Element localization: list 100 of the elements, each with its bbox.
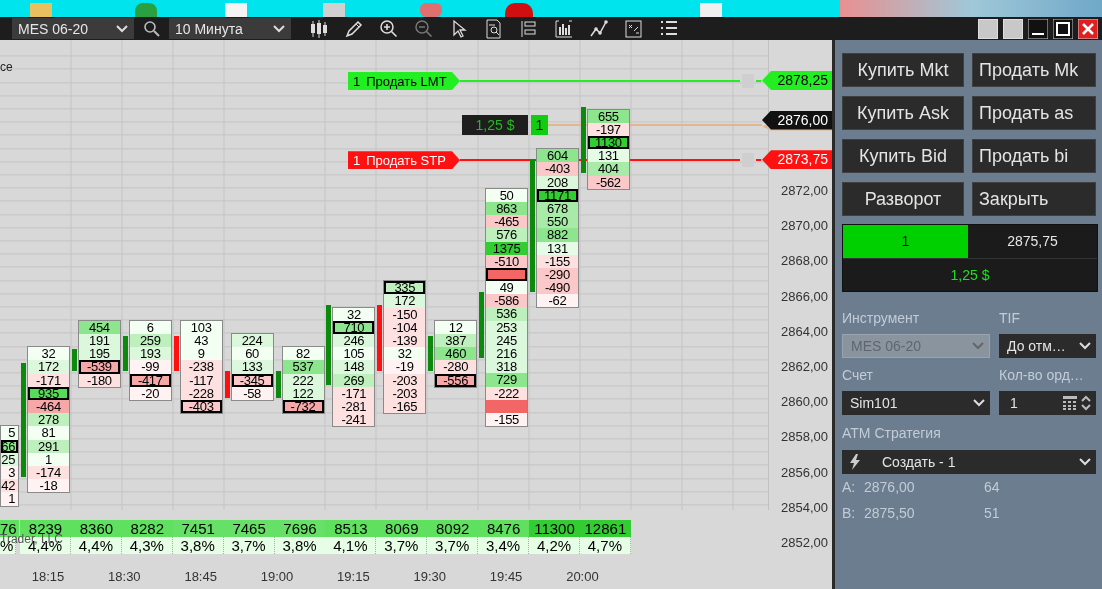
lightning-icon (850, 454, 860, 470)
instrument-dropdown[interactable]: MES 06-20 (12, 18, 134, 39)
order-label[interactable]: 1 Продать STP (348, 151, 460, 170)
order-button[interactable]: Купить Bid (842, 139, 964, 173)
percent-cell: 3,8% (172, 537, 224, 554)
columns-icon[interactable] (519, 18, 539, 39)
order-button[interactable]: Продать Mk (972, 53, 1096, 87)
footprint-cell: 32 (28, 347, 69, 361)
volume-cell: 11300 (529, 520, 580, 537)
tif-dropdown[interactable]: До отм… (999, 334, 1096, 358)
time-label: 19:15 (336, 569, 371, 584)
price-label: 2854,00 (781, 499, 828, 516)
percent-cell: 4,3% (121, 537, 173, 554)
volume-cell: 8360 (70, 520, 122, 537)
strategy-icon[interactable] (624, 18, 644, 39)
footprint-cell: 193 (129, 347, 171, 361)
footprint-cell: 195 (78, 347, 120, 361)
footprint-cell: -586 (486, 294, 528, 308)
order-name: Продать STP (366, 152, 446, 168)
price-label: 2872,00 (781, 183, 828, 199)
footprint-cell: -241 (333, 413, 375, 427)
chart-label: ce (0, 60, 13, 74)
footprint-cell: 729 (486, 373, 528, 387)
maximize-icon[interactable] (1053, 18, 1073, 39)
position-price: 2875,75 (1006, 232, 1059, 251)
zoom-in-icon[interactable] (379, 18, 399, 39)
close-icon[interactable] (1078, 18, 1098, 39)
quantity-field[interactable]: 1 (999, 391, 1096, 415)
candlestick-icon[interactable] (309, 18, 329, 39)
order-quantity: 1 (353, 73, 361, 89)
position-quantity: 1 (843, 225, 968, 258)
atm-strategy-dropdown[interactable]: Создать - 1 (842, 450, 1096, 474)
footprint-cell: 172 (384, 294, 426, 308)
volume-cell: 7696 (274, 520, 326, 537)
footprint-cell: 6 (129, 320, 171, 334)
footprint-cell: 882 (537, 228, 578, 242)
order-button[interactable]: Продать as (972, 96, 1096, 130)
dropdown-value: Создать - 1 (881, 454, 957, 470)
order-button[interactable]: Купить Mkt (842, 53, 964, 87)
volume-cell: 7465 (223, 520, 275, 537)
percent-cell: 3,4% (478, 537, 530, 554)
volume-cell: 8476 (478, 520, 530, 537)
dropdown-value: Sim101 (850, 395, 899, 411)
footprint-cell: 278 (28, 413, 69, 427)
minimize-icon[interactable] (1028, 18, 1048, 39)
order-label[interactable]: 1 Продать LMT (348, 72, 460, 90)
footprint-cell: -280 (435, 360, 477, 374)
price-label: 2866,00 (781, 288, 828, 305)
price-label: 2856,00 (781, 464, 828, 481)
footprint-cell: 1 (1, 492, 19, 506)
volume-cell: 7451 (172, 520, 224, 537)
spinner-arrows-icon[interactable] (1081, 394, 1091, 412)
footprint-cell: 32 (333, 307, 375, 321)
order-button[interactable]: Купить Ask (842, 96, 964, 130)
order-button[interactable]: Закрыть (972, 182, 1096, 216)
dropdown-value: 10 Минута (175, 20, 243, 37)
price-label: 2862,00 (781, 359, 828, 375)
price-label: 2868,00 (781, 253, 828, 270)
percent-cell: 4,4% (70, 537, 122, 554)
footprint-cell: 82 (282, 347, 324, 361)
zoom-out-icon[interactable] (414, 18, 434, 39)
order-button[interactable]: Продать bi (972, 139, 1096, 173)
field-label: TIF (999, 310, 1021, 327)
percent-cell: 3,7% (427, 537, 479, 554)
account-dropdown[interactable]: Sim101 (842, 391, 990, 415)
time-label: 20:00 (565, 569, 600, 584)
histogram-icon[interactable] (554, 18, 574, 39)
footprint-cell: 12 (435, 320, 477, 334)
footprint-cell: 550 (537, 215, 578, 229)
volume-cell: 8513 (325, 520, 377, 537)
price-tag: 2876,00 (762, 110, 832, 130)
footprint-cell: 335 (384, 281, 426, 295)
time-label: 19:45 (488, 569, 524, 584)
percent-cell: 3,7% (376, 537, 428, 554)
footprint-cell: -19 (384, 360, 426, 374)
chevron-down-icon (972, 342, 984, 350)
quote-price: 2876,00 (864, 478, 916, 497)
footprint-cell: 655 (587, 109, 629, 123)
footprint-cell: 42 (1, 479, 19, 493)
interval-dropdown[interactable]: 10 Минута (169, 18, 291, 39)
footprint-cell: 604 (537, 149, 578, 163)
field-value: 1 (1009, 395, 1019, 411)
order-button[interactable]: Разворот (842, 182, 964, 216)
footprint-cell: 318 (486, 360, 528, 374)
dropdown-value: До отм… (1007, 338, 1067, 354)
footprint-cell: 536 (486, 307, 528, 321)
desktop-icon[interactable] (505, 3, 533, 17)
search-icon[interactable] (143, 19, 161, 38)
document-search-icon[interactable] (484, 18, 504, 39)
calculator-icon[interactable] (1063, 396, 1077, 410)
window-button[interactable] (978, 18, 998, 39)
pencil-icon[interactable] (344, 18, 364, 39)
time-label: 19:30 (412, 569, 447, 584)
window-button[interactable] (1003, 18, 1023, 39)
quote-side: B: (842, 504, 857, 523)
line-chart-icon[interactable] (589, 18, 609, 39)
price-tag: 2873,75 (762, 150, 832, 170)
footprint-cell: 460 (435, 347, 477, 361)
chevron-down-icon (116, 24, 128, 33)
dropdown-value: MES 06-20 (18, 20, 89, 37)
